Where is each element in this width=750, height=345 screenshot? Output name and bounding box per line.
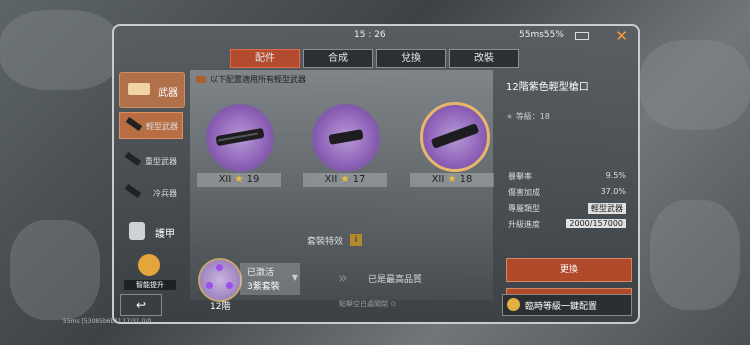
attachment-panel: 以下配置適用所有輕型武器 XII ★ 19 XII ★ 17 XII ★ 18 … [190,70,494,312]
star-icon: ★ [506,112,516,121]
background-rock [0,10,120,90]
muzzle-icon [430,123,480,149]
close-icon[interactable]: ✕ [615,27,628,45]
replace-button[interactable]: 更換 [506,258,632,282]
set-status: 已激活 [247,268,275,278]
vest-icon [129,222,145,240]
close-hint: 點擊空白處關閉 ⊙ [339,300,397,308]
status-bar: 15 : 26 55ms55% [114,28,638,44]
set-effect-title: 套裝特效 [307,237,344,247]
stat-row: 專屬類型 輕型武器 [508,203,626,214]
slot-level: XII ★ 19 [197,173,281,187]
set-status-box[interactable]: 已激活 3紫套裝 ▼ [240,263,300,295]
debug-status: 55ms [53085b6b1] 17/31 0/0 [63,318,152,325]
sidebar-armor-label: 護甲 [155,229,175,240]
sidebar-weapon-category[interactable]: 武器 [119,72,185,108]
set-dot [206,282,213,289]
bottom-bar: ↩ 點擊空白處關閉 ⊙ 臨時等級一鍵配置 [114,294,638,316]
background-rock [650,200,740,310]
item-name: 12階紫色輕型槍口 [506,82,589,93]
set-dot [216,264,223,271]
scope-icon [328,129,364,145]
stat-row: 傷害加成 37.0% [508,187,626,197]
chevron-down-icon: ▼ [291,273,298,282]
set-dot [226,282,233,289]
sidebar-item-melee[interactable]: 冷兵器 [119,180,181,205]
attachment-slot-stock[interactable] [206,104,274,172]
attachment-slot-muzzle[interactable] [420,102,490,172]
back-button[interactable]: ↩ [120,294,162,316]
background-rock [10,220,100,320]
attachment-slot-sight[interactable] [312,104,380,172]
slot-level: XII ★ 18 [410,173,494,187]
smg-icon [125,116,143,132]
quick-config-button[interactable]: 臨時等級一鍵配置 [502,294,632,316]
hint-text: 以下配置適用所有輕型武器 [196,74,306,85]
slot-level: XII ★ 17 [303,173,387,187]
knife-icon [124,183,142,199]
max-quality-text: 已是最高品質 [368,275,423,285]
lightbulb-icon [138,254,160,276]
sidebar-weapon-label: 武器 [158,88,178,99]
battery-icon [575,32,589,40]
sidebar-item-armor[interactable]: 護甲 [119,216,181,246]
tab-attachments[interactable]: 配件 [230,49,300,68]
tab-exchange[interactable]: 兌換 [376,49,446,68]
set-count: 3紫套裝 [247,282,280,292]
stat-row: 暴擊率 9.5% [508,171,626,181]
eye-icon [196,76,206,83]
tab-synthesis[interactable]: 合成 [303,49,373,68]
sidebar-item-heavy-weapons[interactable]: 重型武器 [119,148,181,173]
pistol-icon [128,83,150,95]
info-icon[interactable]: i [350,234,362,246]
sidebar-item-light-weapons[interactable]: 輕型武器 [119,112,183,139]
stat-row: 升級進度 2000/157000 [508,219,626,230]
smart-boost-label: 智能提升 [124,280,176,290]
network-status: 55ms55% [519,30,564,40]
clock: 15 : 26 [354,30,386,40]
coin-icon [507,298,520,311]
rifle-icon [124,151,142,167]
item-level: ★ 等級：18 [506,112,550,121]
attachment-dialog: 15 : 26 55ms55% ✕ 配件 合成 兌換 改裝 武器 輕型武器 重型… [112,24,640,324]
tab-bar: 配件 合成 兌換 改裝 [230,49,522,68]
background-rock [640,40,750,130]
double-arrow-icon: » [338,268,348,287]
smart-boost-button[interactable]: 智能提升 [124,252,176,294]
tab-modify[interactable]: 改裝 [449,49,519,68]
